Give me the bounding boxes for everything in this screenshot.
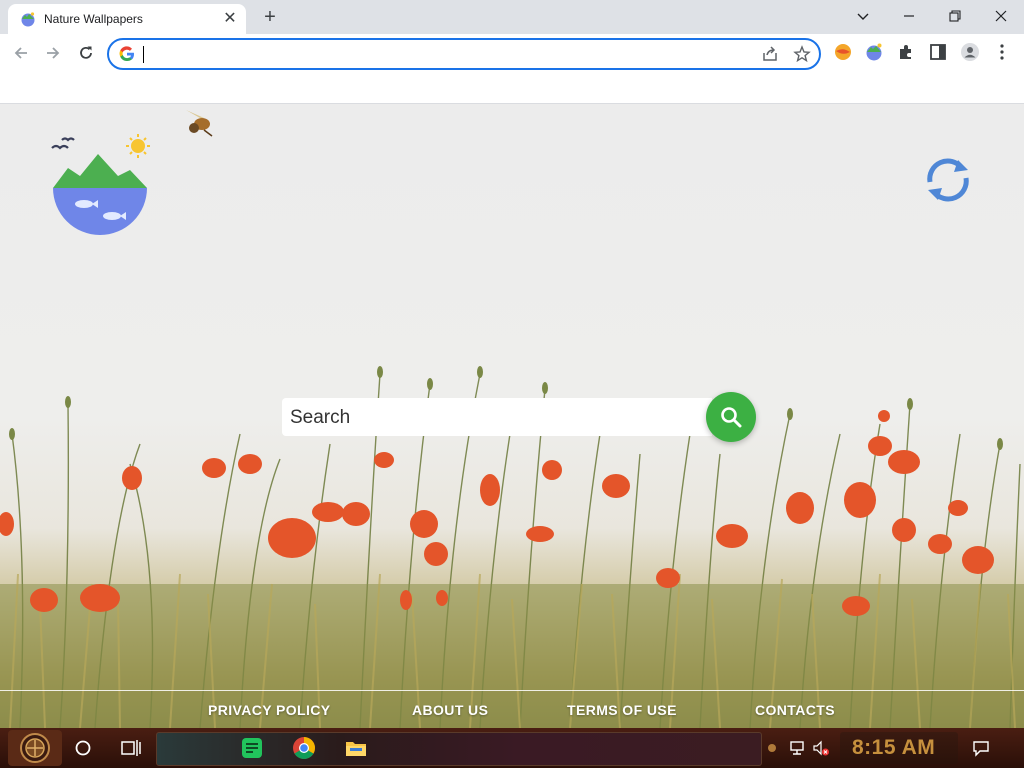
tab-strip: Nature Wallpapers ✕ + [0,0,1024,34]
back-button[interactable] [8,40,34,66]
network-icon[interactable] [788,739,806,757]
nature-wallpapers-logo [51,134,150,235]
new-tab-page: PRIVACY POLICY ABOUT US TERMS OF USE CON… [0,104,1024,728]
extensions-puzzle-icon[interactable] [896,42,916,62]
cortana-search-icon[interactable] [74,739,92,757]
search-button[interactable] [706,392,756,442]
text-caret [143,46,144,63]
footer-divider [0,690,1024,691]
close-window-button[interactable] [978,0,1024,32]
minimize-button[interactable] [886,0,932,32]
restore-icon [949,10,961,22]
chrome-app-icon[interactable] [292,736,316,760]
refresh-wallpaper-icon[interactable] [922,156,974,204]
browser-toolbar [0,34,1024,72]
extension-orb-icon[interactable] [833,42,853,62]
nature-wallpapers-extension-icon[interactable] [864,42,884,62]
menu-kebab-icon[interactable] [992,42,1012,62]
taskbar-clock[interactable]: 8:15 AM [852,736,935,760]
bookmarks-bar-area [0,72,1024,104]
arrow-left-icon [14,47,27,59]
arrow-right-icon [47,47,60,59]
terms-of-use-link[interactable]: TERMS OF USE [567,702,677,718]
reload-button[interactable] [73,40,99,66]
profile-avatar-icon[interactable] [960,42,980,62]
close-icon [995,10,1007,22]
tab-close-icon[interactable]: ✕ [220,9,240,29]
google-icon [119,46,134,62]
volume-muted-icon[interactable] [812,739,830,757]
restore-button[interactable] [932,0,978,32]
chevron-down-icon [857,13,869,20]
task-view-icon[interactable] [120,738,142,758]
nature-globe-icon [21,12,35,27]
reload-icon [80,46,92,59]
share-icon[interactable] [761,45,779,63]
new-tab-button[interactable]: + [258,5,282,29]
url-input[interactable] [145,43,749,67]
tray-overflow-icon[interactable] [766,738,778,758]
forward-button[interactable] [40,40,66,66]
privacy-policy-link[interactable]: PRIVACY POLICY [208,702,331,718]
address-bar[interactable] [107,38,821,70]
bookmark-star-icon[interactable] [793,45,811,63]
tab-title: Nature Wallpapers [44,12,143,26]
notifications-icon[interactable] [972,739,990,757]
notes-app-icon[interactable] [240,736,264,760]
contacts-link[interactable]: CONTACTS [755,702,835,718]
tab-nature-wallpapers[interactable]: Nature Wallpapers ✕ [8,4,246,34]
bee-decoration-icon [186,110,213,137]
file-explorer-icon[interactable] [344,736,368,760]
start-button[interactable] [8,730,62,766]
side-panel-icon[interactable] [928,42,948,62]
search-input[interactable] [288,402,702,434]
search-icon [721,407,742,428]
windows-taskbar: 8:15 AM [0,728,1024,768]
search-box [282,398,712,436]
minimize-icon [904,15,914,17]
about-us-link[interactable]: ABOUT US [412,702,488,718]
tab-search-button[interactable] [840,0,886,32]
